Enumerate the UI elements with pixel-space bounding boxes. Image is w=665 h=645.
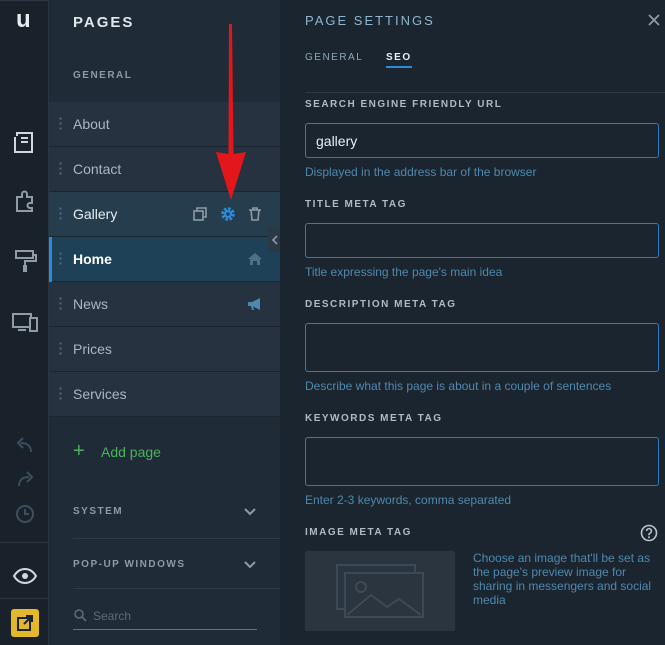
keywords-meta-input[interactable] xyxy=(306,438,658,485)
settings-title: PAGE SETTINGS xyxy=(305,13,435,28)
pages-title: PAGES xyxy=(73,14,135,31)
search-icon xyxy=(73,608,87,622)
page-search xyxy=(73,604,257,630)
devices-icon[interactable] xyxy=(11,308,39,336)
page-item-label: Gallery xyxy=(73,206,118,222)
trash-icon[interactable] xyxy=(246,205,264,223)
page-item-label: News xyxy=(73,296,109,312)
page-item-news[interactable]: News xyxy=(49,282,280,327)
page-item-home[interactable]: Home xyxy=(49,237,280,282)
section-divider xyxy=(73,538,281,539)
app-root: u PAGES GENERAL About Contact Gallery Ho… xyxy=(0,0,665,645)
title-meta-box xyxy=(305,223,659,258)
page-item-services[interactable]: Services xyxy=(49,372,280,417)
chevron-down-icon xyxy=(243,504,257,518)
page-item-label: Prices xyxy=(73,341,112,357)
title-meta-input[interactable] xyxy=(306,224,658,257)
popup-section-label: POP-UP WINDOWS xyxy=(73,559,186,570)
home-icon xyxy=(246,250,264,268)
drag-handle-icon[interactable] xyxy=(59,386,62,401)
plugins-icon[interactable] xyxy=(11,187,39,215)
gear-icon[interactable] xyxy=(219,205,237,223)
url-label: SEARCH ENGINE FRIENDLY URL xyxy=(305,99,503,110)
rail-divider xyxy=(0,542,49,543)
add-page-label: Add page xyxy=(101,444,161,460)
page-item-label: About xyxy=(73,116,110,132)
page-settings-panel: PAGE SETTINGS GENERAL SEO SEARCH ENGINE … xyxy=(280,0,665,645)
help-icon[interactable] xyxy=(640,524,658,542)
url-hint: Displayed in the address bar of the brow… xyxy=(305,165,537,179)
general-section-label: GENERAL xyxy=(73,70,133,81)
popup-section-toggle[interactable]: POP-UP WINDOWS xyxy=(73,555,257,575)
system-section-label: SYSTEM xyxy=(73,506,124,517)
page-item-prices[interactable]: Prices xyxy=(49,327,280,372)
description-meta-input[interactable] xyxy=(306,324,658,371)
keywords-meta-hint: Enter 2-3 keywords, comma separated xyxy=(305,493,512,507)
drag-handle-icon[interactable] xyxy=(59,116,62,131)
tabs-divider xyxy=(305,92,665,93)
image-icon xyxy=(336,564,424,618)
app-logo: u xyxy=(16,6,31,33)
page-item-label: Home xyxy=(73,251,112,267)
image-upload-placeholder[interactable] xyxy=(305,551,455,631)
megaphone-icon xyxy=(246,295,264,313)
chevron-down-icon xyxy=(243,557,257,571)
redo-icon[interactable] xyxy=(11,466,39,494)
search-input[interactable] xyxy=(93,606,253,626)
drag-handle-icon[interactable] xyxy=(59,161,62,176)
preview-icon[interactable] xyxy=(11,562,39,590)
keywords-meta-box xyxy=(305,437,659,486)
url-field-box xyxy=(305,123,659,158)
annotation-arrow-icon xyxy=(216,24,246,200)
description-meta-hint: Describe what this page is about in a co… xyxy=(305,379,612,393)
drag-handle-icon[interactable] xyxy=(59,341,62,356)
tab-seo[interactable]: SEO xyxy=(386,52,412,68)
section-divider xyxy=(73,588,281,589)
description-meta-label: DESCRIPTION META TAG xyxy=(305,299,457,310)
page-item-label: Services xyxy=(73,386,127,402)
title-meta-label: TITLE META TAG xyxy=(305,199,407,210)
undo-icon[interactable] xyxy=(11,432,39,460)
drag-handle-icon[interactable] xyxy=(59,296,62,311)
duplicate-icon[interactable] xyxy=(191,205,209,223)
pages-icon[interactable] xyxy=(11,128,39,156)
url-input[interactable] xyxy=(306,124,658,157)
left-rail: u xyxy=(0,0,49,645)
publish-icon[interactable] xyxy=(11,609,39,637)
image-meta-label: IMAGE META TAG xyxy=(305,527,412,538)
tab-general[interactable]: GENERAL xyxy=(305,52,363,63)
rail-divider xyxy=(0,598,49,599)
page-item-label: Contact xyxy=(73,161,122,177)
title-meta-hint: Title expressing the page's main idea xyxy=(305,265,503,279)
close-icon[interactable] xyxy=(647,13,661,27)
drag-handle-icon[interactable] xyxy=(59,206,62,221)
drag-handle-icon[interactable] xyxy=(59,251,62,266)
keywords-meta-label: KEYWORDS META TAG xyxy=(305,413,443,424)
description-meta-box xyxy=(305,323,659,372)
rail-divider xyxy=(0,0,49,1)
design-icon[interactable] xyxy=(11,247,39,275)
image-meta-hint: Choose an image that'll be set as the pa… xyxy=(473,551,652,607)
history-icon[interactable] xyxy=(11,500,39,528)
plus-icon: + xyxy=(73,440,85,462)
system-section-toggle[interactable]: SYSTEM xyxy=(73,502,257,522)
